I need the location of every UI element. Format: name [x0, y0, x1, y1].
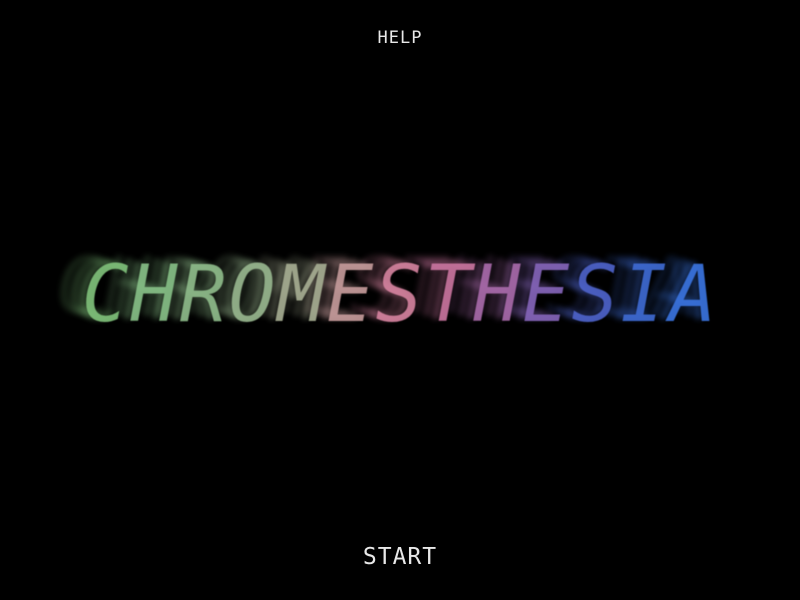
title-letter: O	[228, 250, 278, 340]
title-letter: H	[130, 250, 180, 340]
title-letter: I	[620, 250, 670, 340]
title-text: CHROMESTHESIA	[0, 230, 800, 360]
title-letter: T	[424, 250, 474, 340]
title-letter: R	[179, 250, 229, 340]
title-letter: E	[522, 250, 572, 340]
game-title: CHROMESTHESIA CHROMESTHESIA CHROMESTHESI…	[0, 230, 800, 360]
start-button[interactable]: START	[0, 544, 800, 570]
help-button[interactable]: HELP	[0, 28, 800, 48]
game-screen: HELP CHROMESTHESIA CHROMESTHESIA CHROMES…	[0, 0, 800, 600]
title-letter: A	[669, 250, 719, 340]
title-letter: S	[571, 250, 621, 340]
title-letter: H	[473, 250, 523, 340]
title-letter: C	[81, 250, 131, 340]
title-letter: M	[277, 250, 327, 340]
title-letter: S	[375, 250, 425, 340]
title-letter: E	[326, 250, 376, 340]
